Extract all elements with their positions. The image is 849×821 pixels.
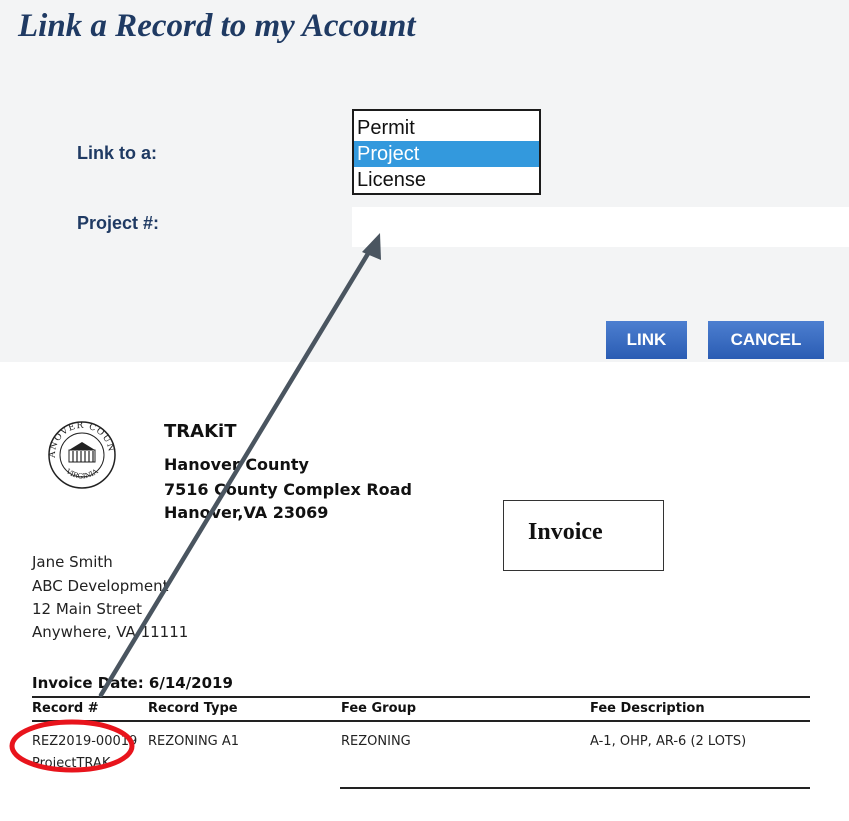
cell-record-subtype: ProjectTRAK bbox=[32, 756, 111, 771]
company-county: Hanover County bbox=[164, 455, 309, 474]
company-street: 7516 County Complex Road bbox=[164, 480, 412, 499]
table-top-rule bbox=[32, 696, 810, 698]
project-number-input[interactable] bbox=[352, 207, 849, 247]
link-button[interactable]: LINK bbox=[606, 321, 687, 359]
recipient-city: Anywhere, VA 11111 bbox=[32, 623, 189, 641]
option-permit[interactable]: Permit bbox=[354, 115, 539, 141]
cell-record-number: REZ2019-00019 bbox=[32, 734, 138, 749]
option-license[interactable]: License bbox=[354, 167, 539, 193]
company-city: Hanover,VA 23069 bbox=[164, 503, 329, 522]
project-number-label: Project #: bbox=[77, 213, 160, 233]
link-to-label: Link to a: bbox=[77, 143, 157, 163]
option-project[interactable]: Project bbox=[354, 141, 539, 167]
column-header-record-type: Record Type bbox=[148, 701, 238, 716]
invoice-heading: Invoice bbox=[528, 519, 603, 545]
cancel-button[interactable]: CANCEL bbox=[708, 321, 824, 359]
link-record-panel: Link a Record to my Account Link to a: P… bbox=[0, 0, 849, 362]
total-rule bbox=[340, 787, 810, 789]
recipient-name: Jane Smith bbox=[32, 553, 113, 571]
page-title: Link a Record to my Account bbox=[18, 8, 416, 44]
record-type-listbox[interactable]: Permit Project License bbox=[352, 109, 541, 195]
cell-fee-group: REZONING bbox=[341, 734, 411, 749]
table-header-rule bbox=[32, 720, 810, 722]
company-name: TRAKiT bbox=[164, 421, 237, 442]
recipient-street: 12 Main Street bbox=[32, 600, 143, 618]
column-header-record: Record # bbox=[32, 701, 99, 716]
invoice-heading-box: Invoice bbox=[503, 500, 664, 571]
recipient-company: ABC Development bbox=[32, 577, 169, 595]
column-header-fee-description: Fee Description bbox=[590, 701, 705, 716]
county-seal-icon: HANOVER COUNTY VIRGINIA bbox=[47, 420, 116, 489]
cell-fee-description: A-1, OHP, AR-6 (2 LOTS) bbox=[590, 734, 747, 749]
column-header-fee-group: Fee Group bbox=[341, 701, 417, 716]
cell-record-type: REZONING A1 bbox=[148, 734, 240, 749]
invoice-date: Invoice Date: 6/14/2019 bbox=[32, 674, 233, 692]
